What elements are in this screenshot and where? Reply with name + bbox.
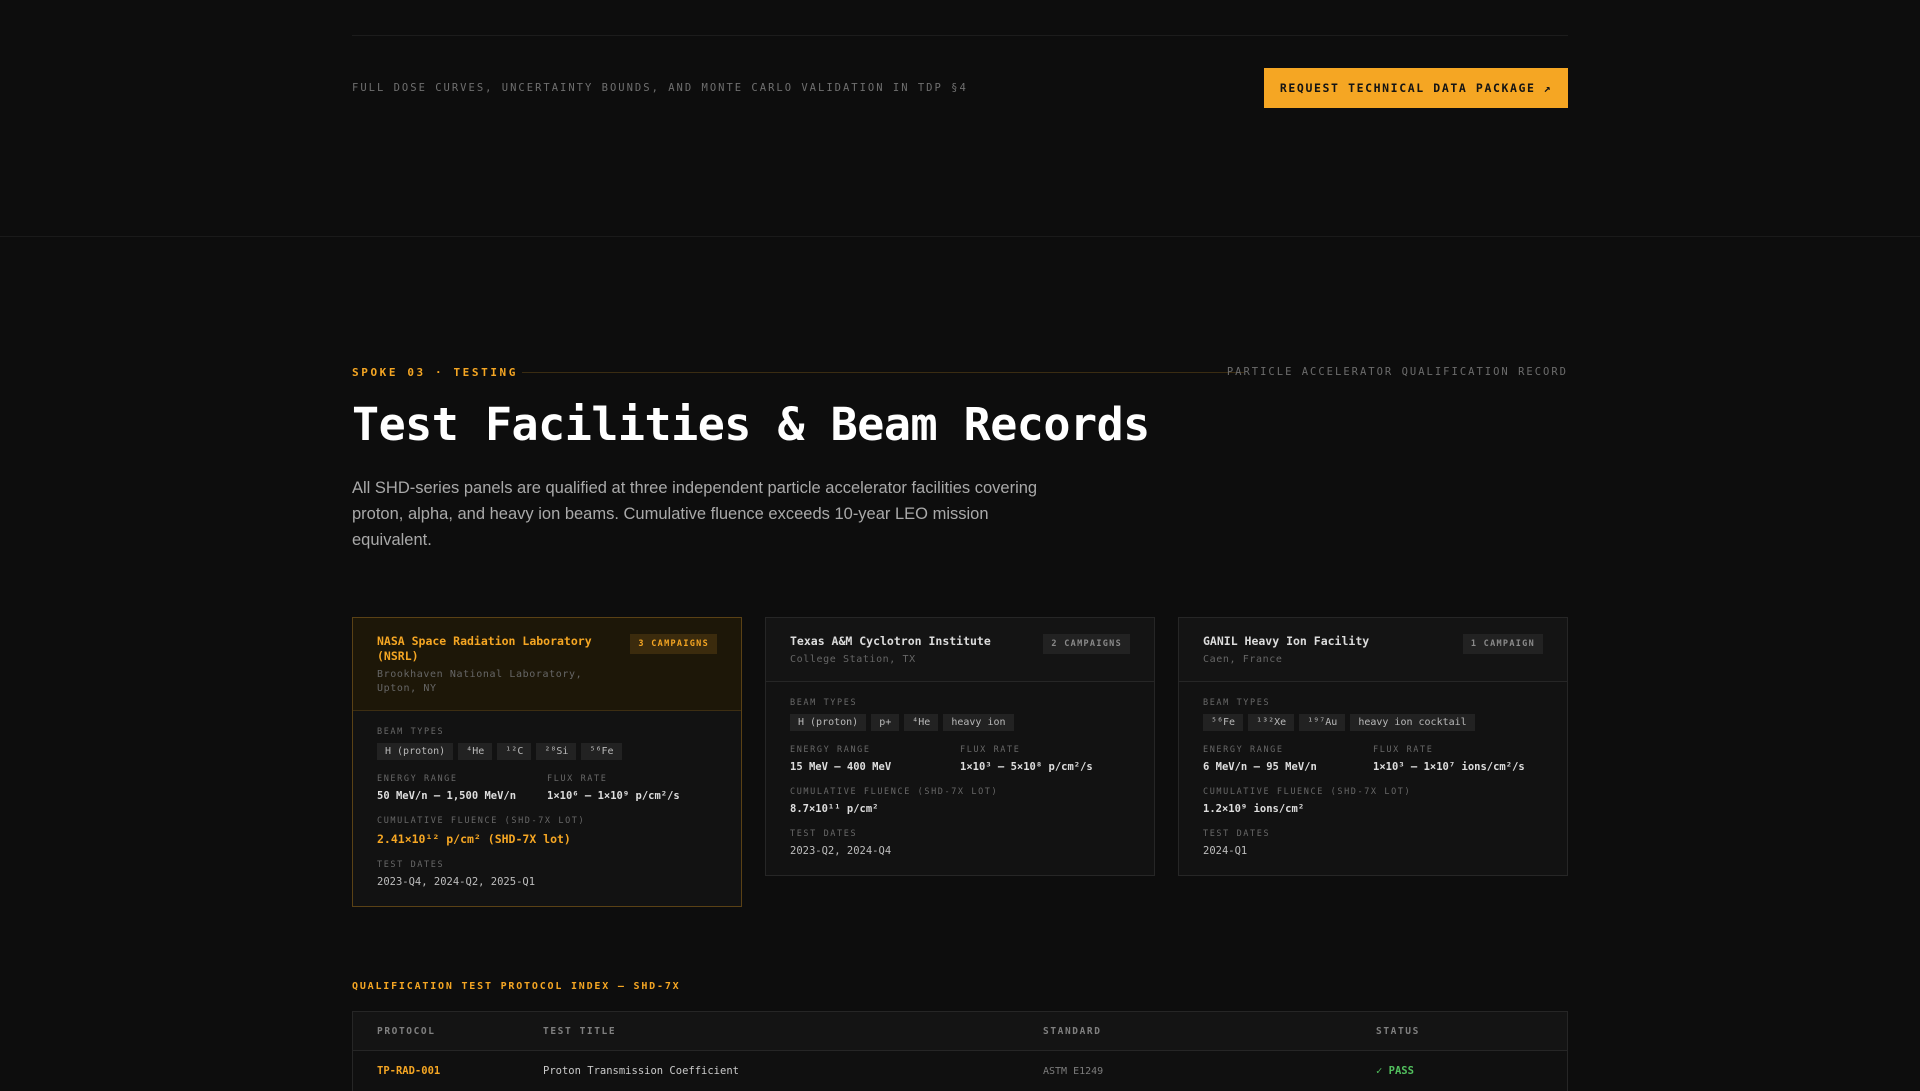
fluence-value: 8.7×10¹¹ p/cm² [790,803,879,815]
test-title: Proton Transmission Coefficient [543,1065,739,1077]
fluence-value: 1.2×10⁹ ions/cm² [1203,803,1305,815]
beam-chip: ¹²C [497,743,532,760]
flux-rate-value: 1×10³ – 1×10⁷ ions/cm²/s [1373,761,1525,773]
facility-location: Brookhaven National Laboratory, Upton, N… [377,669,583,694]
facility-card-ganil: GANIL Heavy Ion Facility Caen, France 1 … [1178,617,1568,876]
beam-chip: p+ [871,714,900,731]
section-eyebrow: SPOKE 03 · TESTING [352,366,519,379]
beam-chip: ⁴He [458,743,493,760]
flux-rate-value: 1×10⁶ – 1×10⁹ p/cm²/s [547,790,680,802]
column-header-protocol: PROTOCOL [377,1025,436,1037]
beam-types-label: BEAM TYPES [377,727,445,737]
fluence-label: CUMULATIVE FLUENCE (SHD-7X LOT) [1203,787,1412,797]
flux-rate-label: FLUX RATE [960,745,1021,755]
test-dates-label: TEST DATES [1203,829,1271,839]
beam-types-label: BEAM TYPES [1203,698,1271,708]
beam-type-list: ⁵⁶Fe ¹³²Xe ¹⁹⁷Au heavy ion cocktail [1203,714,1543,731]
facility-name: Texas A&M Cyclotron Institute [790,634,991,648]
fluence-label: CUMULATIVE FLUENCE (SHD-7X LOT) [790,787,999,797]
facility-location: Caen, France [1203,654,1283,665]
beam-chip: heavy ion [943,714,1014,731]
test-dates-value: 2023-Q4, 2024-Q2, 2025-Q1 [377,876,536,888]
energy-range-label: ENERGY RANGE [790,745,871,755]
campaign-badge: 3 CAMPAIGNS [630,634,717,654]
campaign-badge: 2 CAMPAIGNS [1043,634,1130,654]
beam-type-list: H (proton) p+ ⁴He heavy ion [790,714,1130,731]
request-tdp-button-label: REQUEST TECHNICAL DATA PACKAGE [1279,81,1536,95]
table-header-row: PROTOCOL TEST TITLE STANDARD STATUS [353,1012,1567,1051]
facility-card-nsrl: NASA Space Radiation Laboratory (NSRL) B… [352,617,742,907]
test-standard: ASTM E1249 [1043,1065,1104,1077]
beam-types-label: BEAM TYPES [790,698,858,708]
column-header-status: STATUS [1376,1025,1420,1037]
energy-range-value: 50 MeV/n – 1,500 MeV/n [377,790,517,802]
fluence-label: CUMULATIVE FLUENCE (SHD-7X LOT) [377,816,586,826]
facility-card-header: GANIL Heavy Ion Facility Caen, France 1 … [1179,618,1567,682]
energy-range-value: 6 MeV/n – 95 MeV/n [1203,761,1317,773]
tdp-note: FULL DOSE CURVES, UNCERTAINTY BOUNDS, AN… [352,82,968,94]
energy-range-label: ENERGY RANGE [1203,745,1284,755]
request-tdp-button[interactable]: REQUEST TECHNICAL DATA PACKAGE ↗ [1264,68,1568,108]
page-title: Test Facilities & Beam Records [352,398,1150,451]
beam-chip: H (proton) [790,714,867,731]
facility-card-texas-am: Texas A&M Cyclotron Institute College St… [765,617,1155,876]
section-eyebrow-right: PARTICLE ACCELERATOR QUALIFICATION RECOR… [1226,366,1568,378]
column-header-standard: STANDARD [1043,1025,1102,1037]
beam-chip: heavy ion cocktail [1350,714,1475,731]
facility-name: GANIL Heavy Ion Facility [1203,634,1370,648]
protocol-table: PROTOCOL TEST TITLE STANDARD STATUS TP-R… [352,1011,1568,1091]
eyebrow-line [522,372,1244,373]
table-row[interactable]: TP-RAD-001 Proton Transmission Coefficie… [353,1051,1567,1091]
test-dates-value: 2024-Q1 [1203,845,1248,857]
beam-chip: H (proton) [377,743,454,760]
protocol-index-title: QUALIFICATION TEST PROTOCOL INDEX — SHD-… [352,981,681,992]
facility-card-header: NASA Space Radiation Laboratory (NSRL) B… [353,618,741,711]
flux-rate-label: FLUX RATE [547,774,608,784]
facility-location: College Station, TX [790,654,916,665]
beam-chip: ⁴He [904,714,939,731]
flux-rate-label: FLUX RATE [1373,745,1434,755]
energy-range-value: 15 MeV – 400 MeV [790,761,892,773]
beam-chip: ⁵⁶Fe [1203,714,1244,731]
fluence-value: 2.41×10¹² p/cm² (SHD-7X lot) [377,832,571,846]
protocol-id: TP-RAD-001 [377,1065,441,1077]
flux-rate-value: 1×10³ – 5×10⁸ p/cm²/s [960,761,1093,773]
facility-name: NASA Space Radiation Laboratory (NSRL) [377,634,592,663]
test-dates-value: 2023-Q2, 2024-Q4 [790,845,892,857]
beam-chip: ²⁸Si [536,743,577,760]
top-divider [352,35,1568,36]
column-header-test-title: TEST TITLE [543,1025,617,1037]
facility-card-header: Texas A&M Cyclotron Institute College St… [766,618,1154,682]
beam-chip: ¹⁹⁷Au [1299,714,1346,731]
energy-range-label: ENERGY RANGE [377,774,458,784]
external-arrow-icon: ↗ [1543,81,1553,95]
beam-type-list: H (proton) ⁴He ¹²C ²⁸Si ⁵⁶Fe [377,743,717,760]
status-badge: ✓ PASS [1376,1065,1414,1077]
test-dates-label: TEST DATES [790,829,858,839]
section-divider [0,236,1920,237]
test-dates-label: TEST DATES [377,860,445,870]
section-intro: All SHD-series panels are qualified at t… [352,479,1038,549]
campaign-badge: 1 CAMPAIGN [1462,634,1543,654]
beam-chip: ¹³²Xe [1248,714,1295,731]
beam-chip: ⁵⁶Fe [581,743,622,760]
